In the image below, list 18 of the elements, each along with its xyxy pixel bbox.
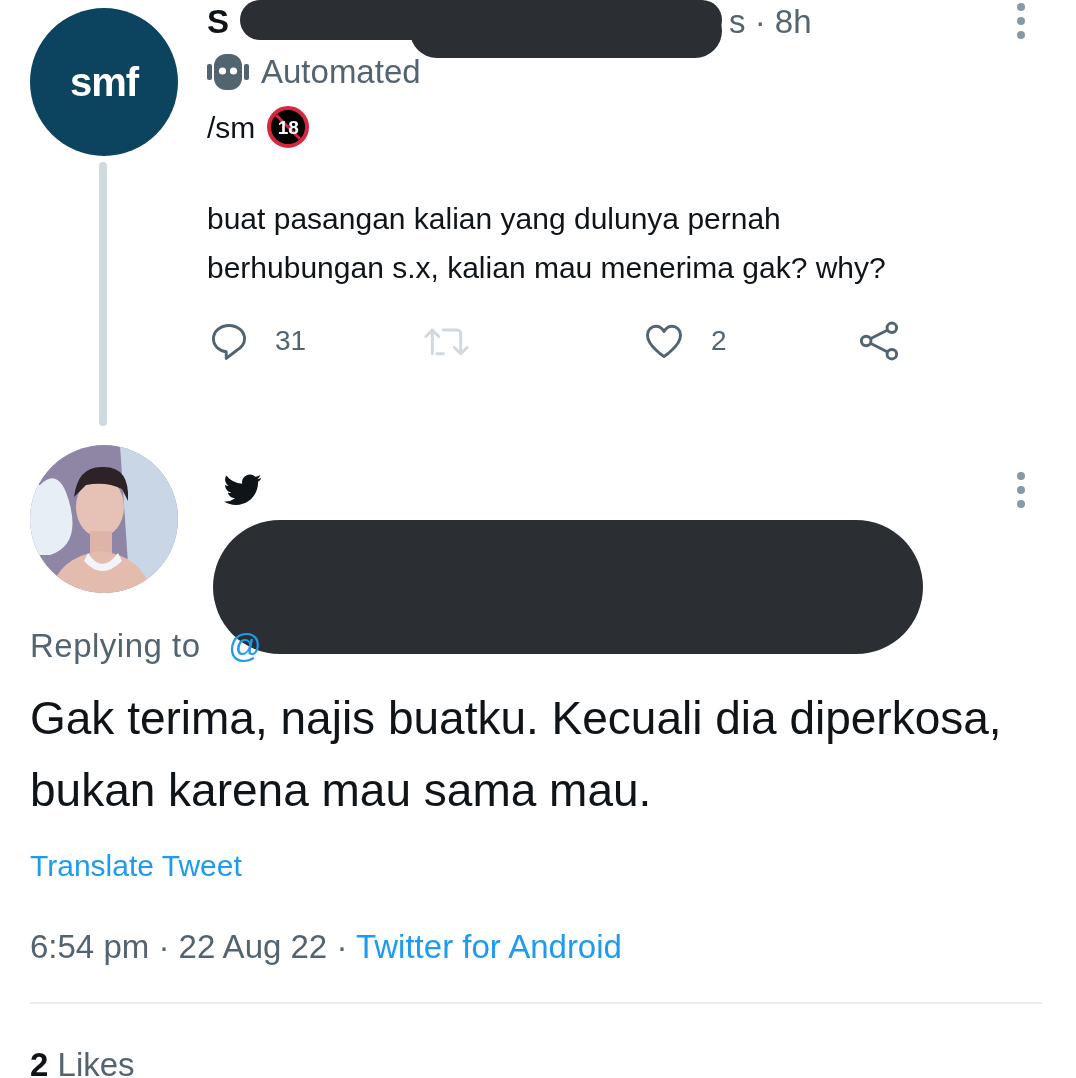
timestamp-text: 6:54 pm · 22 Aug 22 · Twitter for Android	[30, 927, 623, 967]
category-tag: /sm	[207, 104, 256, 150]
author-name[interactable]: S	[207, 0, 229, 47]
bird-icon	[224, 474, 262, 506]
handle-time: s · 8h	[729, 2, 812, 43]
avatar[interactable]: smf	[30, 8, 178, 156]
reply-text: Gak terima, najis buatku. Kecuali dia diperkosa, bukan karena mau sama mau.	[30, 691, 1003, 818]
action-count: 2	[711, 324, 727, 358]
tweet-text: berhubungan s.x, kalian mau menerima gak? why?	[207, 250, 887, 286]
likes-count[interactable]: 2 Likes	[30, 1042, 1050, 1078]
more-icon[interactable]	[1014, 2, 1028, 40]
robot-icon	[207, 53, 249, 91]
action-count: 31	[275, 324, 307, 358]
tweet-text: buat pasangan kalian yang dulunya pernah	[207, 201, 782, 237]
share-icon[interactable]	[857, 319, 901, 363]
avatar-text: smf	[69, 59, 139, 106]
more-icon[interactable]	[1014, 471, 1028, 509]
automated-label: Automated	[261, 52, 421, 93]
